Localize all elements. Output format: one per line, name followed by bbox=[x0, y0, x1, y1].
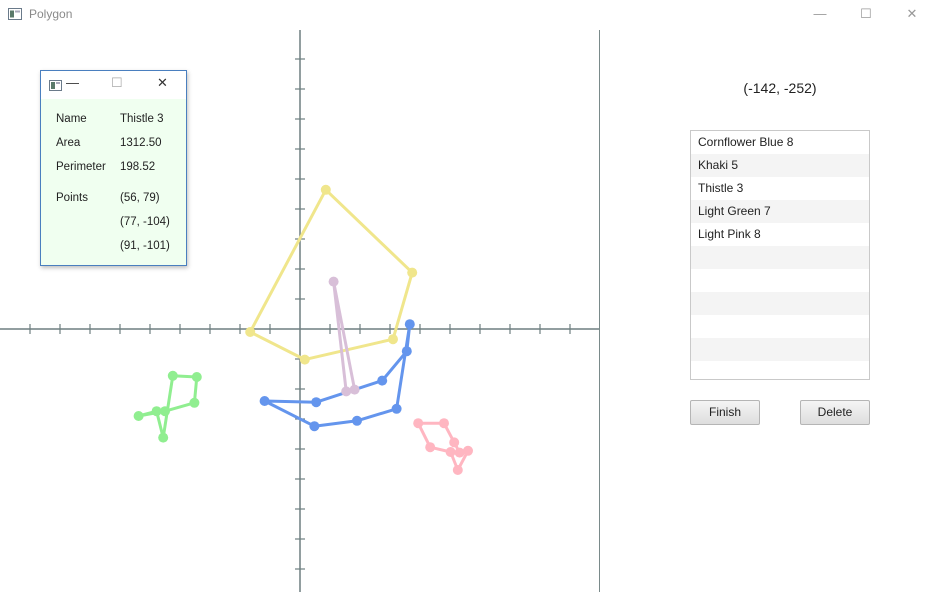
title-bar: Polygon — ☐ ✕ bbox=[0, 0, 933, 30]
area-label: Area bbox=[56, 137, 81, 149]
list-item[interactable]: Khaki 5 bbox=[691, 154, 869, 177]
polygon-vertex bbox=[452, 465, 463, 475]
polygon-vertex bbox=[341, 386, 352, 397]
close-button[interactable]: ✕ bbox=[889, 0, 933, 30]
polygon-vertex bbox=[413, 418, 424, 429]
delete-button[interactable]: Delete bbox=[800, 400, 870, 425]
name-label: Name bbox=[56, 113, 87, 125]
polygon-vertex bbox=[445, 447, 456, 457]
info-maximize-button[interactable]: ☐ bbox=[111, 75, 123, 91]
list-item-empty[interactable] bbox=[691, 315, 869, 338]
points-label: Points bbox=[56, 192, 88, 204]
polygon-khaki-5 bbox=[248, 188, 414, 362]
polygon-vertex bbox=[401, 346, 412, 357]
app-window-icon bbox=[49, 80, 62, 91]
info-window-title-bar: — ☐ ✕ bbox=[41, 71, 186, 99]
list-item[interactable]: Thistle 3 bbox=[691, 177, 869, 200]
polygon-vertex bbox=[299, 354, 310, 365]
polygon-vertex bbox=[311, 397, 322, 408]
list-item[interactable]: Light Pink 8 bbox=[691, 223, 869, 246]
polygon-vertex bbox=[189, 397, 200, 408]
polygon-vertex bbox=[449, 437, 460, 448]
perimeter-label: Perimeter bbox=[56, 161, 106, 173]
polygon-vertex bbox=[388, 334, 398, 345]
list-item[interactable]: Cornflower Blue 8 bbox=[691, 131, 869, 154]
maximize-button[interactable]: ☐ bbox=[843, 0, 889, 30]
info-minimize-button[interactable]: — bbox=[66, 75, 79, 90]
point-value: (56, 79) bbox=[120, 192, 160, 204]
list-item-empty[interactable] bbox=[691, 338, 869, 361]
cursor-coordinate-readout: (-142, -252) bbox=[743, 80, 817, 96]
info-close-button[interactable]: ✕ bbox=[157, 75, 168, 91]
polygon-vertex bbox=[133, 411, 144, 421]
polygon-vertex bbox=[245, 327, 256, 337]
polygon-vertex bbox=[377, 375, 388, 386]
polygon-vertex bbox=[167, 370, 178, 381]
polygon-vertex bbox=[328, 276, 339, 287]
polygon-vertex bbox=[352, 415, 362, 426]
polygon-vertex bbox=[425, 442, 436, 453]
polygon-vertex bbox=[439, 418, 449, 429]
polygon-vertex bbox=[407, 267, 418, 278]
point-value: (77, -104) bbox=[120, 216, 170, 228]
polygon-vertex bbox=[404, 319, 415, 330]
polygon-vertex bbox=[349, 384, 360, 395]
list-item-empty[interactable] bbox=[691, 246, 869, 269]
window-title: Polygon bbox=[29, 7, 73, 21]
polygon-light-green-7 bbox=[137, 374, 199, 440]
polygon-vertex bbox=[158, 432, 169, 443]
polygon-vertex bbox=[463, 445, 473, 456]
app-window-icon bbox=[8, 8, 22, 20]
area-value: 1312.50 bbox=[120, 137, 162, 149]
polygon-vertex bbox=[391, 403, 402, 414]
polygon-vertex bbox=[454, 447, 465, 458]
list-item[interactable]: Light Green 7 bbox=[691, 200, 869, 223]
polygon-thistle-3 bbox=[332, 280, 357, 393]
polygon-vertex bbox=[320, 184, 331, 195]
polygon-list[interactable]: Cornflower Blue 8 Khaki 5 Thistle 3 Light G… bbox=[690, 130, 870, 380]
perimeter-value: 198.52 bbox=[120, 161, 156, 173]
finish-button[interactable]: Finish bbox=[690, 400, 760, 425]
polygon-vertex bbox=[259, 396, 270, 406]
minimize-button[interactable]: — bbox=[797, 0, 843, 30]
list-item-empty[interactable] bbox=[691, 292, 869, 315]
polygon-info-window: — ☐ ✕ Name Thistle 3 Area 1312.50 Perime… bbox=[40, 70, 187, 266]
list-item-empty[interactable] bbox=[691, 269, 869, 292]
name-value: Thistle 3 bbox=[120, 113, 164, 125]
list-item-empty[interactable] bbox=[691, 361, 869, 379]
polygon-vertex bbox=[191, 372, 202, 382]
polygon-vertex bbox=[309, 421, 320, 432]
polygon-vertex bbox=[151, 406, 162, 417]
canvas-border bbox=[599, 30, 600, 592]
point-value: (91, -101) bbox=[120, 240, 170, 252]
